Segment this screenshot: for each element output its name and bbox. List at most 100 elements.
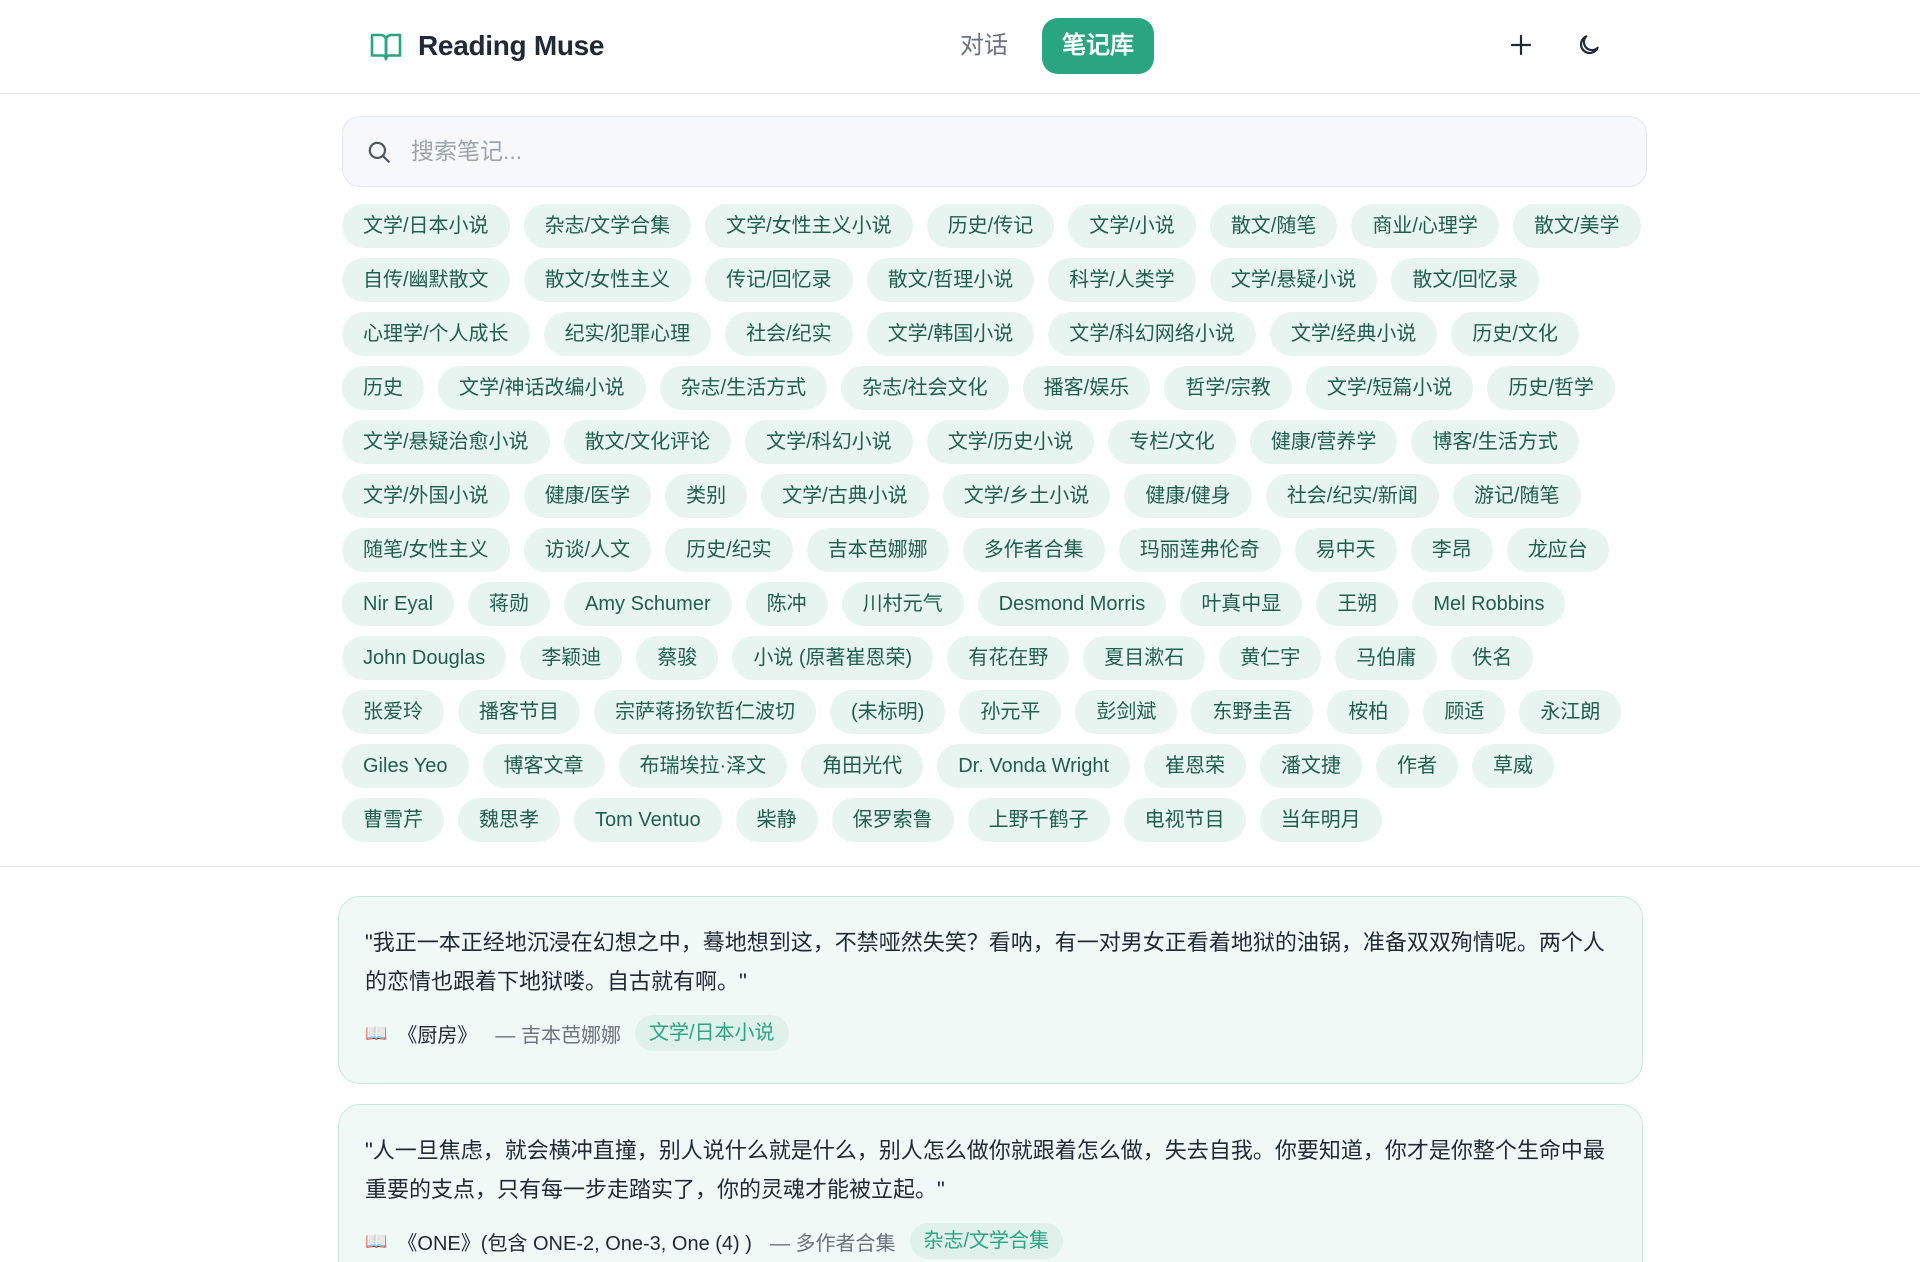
tag-chip[interactable]: 宗萨蒋扬钦哲仁波切	[594, 690, 816, 734]
tag-chip[interactable]: 博客文章	[482, 744, 605, 788]
tag-chip[interactable]: Tom Ventuo	[574, 798, 722, 842]
tab-notes-library[interactable]: 笔记库	[1042, 18, 1154, 74]
tag-chip[interactable]: 李颖迪	[520, 636, 623, 680]
tag-chip[interactable]: 龙应台	[1506, 528, 1609, 572]
tag-chip[interactable]: 杂志/生活方式	[659, 366, 828, 410]
tag-chip[interactable]: 纪实/犯罪心理	[543, 312, 712, 356]
tag-chip[interactable]: 商业/心理学	[1351, 204, 1499, 248]
tag-chip[interactable]: 科学/人类学	[1048, 258, 1196, 302]
tag-chip[interactable]: 健康/健身	[1124, 474, 1252, 518]
tab-chat[interactable]: 对话	[940, 18, 1028, 74]
tag-chip[interactable]: 文学/女性主义小说	[705, 204, 913, 248]
tag-chip[interactable]: Nir Eyal	[342, 582, 455, 626]
tag-chip[interactable]: 上野千鹤子	[967, 798, 1110, 842]
tag-chip[interactable]: 散文/美学	[1512, 204, 1641, 248]
tag-chip[interactable]: 蔡骏	[636, 636, 719, 680]
tag-chip[interactable]: 川村元气	[841, 582, 964, 626]
tag-chip[interactable]: 访谈/人文	[523, 528, 652, 572]
tag-chip[interactable]: 类别	[665, 474, 748, 518]
tag-chip[interactable]: 张爱玲	[342, 690, 444, 734]
tag-chip[interactable]: 易中天	[1294, 528, 1397, 572]
tag-chip[interactable]: 散文/随笔	[1209, 204, 1338, 248]
tag-chip[interactable]: 彭剑斌	[1075, 690, 1178, 734]
tag-chip[interactable]: 东野圭吾	[1191, 690, 1314, 734]
search-input[interactable]	[411, 138, 1611, 165]
tag-chip[interactable]: 王朔	[1316, 582, 1399, 626]
tag-chip[interactable]: Giles Yeo	[342, 744, 469, 788]
tag-chip[interactable]: 黄仁宇	[1219, 636, 1322, 680]
tag-chip[interactable]: Mel Robbins	[1412, 582, 1566, 626]
tag-chip[interactable]: 孙元平	[959, 690, 1062, 734]
tag-chip[interactable]: 文学/乡土小说	[942, 474, 1111, 518]
tag-chip[interactable]: 陈冲	[745, 582, 828, 626]
tag-chip[interactable]: 有花在野	[947, 636, 1070, 680]
tag-chip[interactable]: 文学/科幻小说	[745, 420, 913, 464]
tag-chip[interactable]: 佚名	[1451, 636, 1534, 680]
tag-chip[interactable]: 保罗索鲁	[831, 798, 954, 842]
tag-chip[interactable]: 作者	[1376, 744, 1459, 788]
tag-chip[interactable]: 历史/哲学	[1487, 366, 1615, 410]
tag-chip[interactable]: 散文/女性主义	[523, 258, 692, 302]
note-category-badge[interactable]: 文学/日本小说	[634, 1015, 789, 1051]
tag-chip[interactable]: 草威	[1472, 744, 1555, 788]
tag-chip[interactable]: 博客/生活方式	[1411, 420, 1579, 464]
tag-chip[interactable]: 蒋勋	[468, 582, 551, 626]
tag-chip[interactable]: 顾适	[1423, 690, 1506, 734]
tag-chip[interactable]: Dr. Vonda Wright	[937, 744, 1131, 788]
tag-chip[interactable]: 哲学/宗教	[1164, 366, 1292, 410]
theme-toggle-button[interactable]	[1568, 26, 1610, 68]
note-card[interactable]: "我正一本正经地沉浸在幻想之中，蓦地想到这，不禁哑然失笑？看呐，有一对男女正看着…	[338, 896, 1643, 1084]
tag-chip[interactable]: 文学/韩国小说	[866, 312, 1035, 356]
tag-chip[interactable]: 文学/短篇小说	[1305, 366, 1474, 410]
tag-chip[interactable]: 当年明月	[1259, 798, 1382, 842]
tag-chip[interactable]: Desmond Morris	[977, 582, 1167, 626]
tag-chip[interactable]: 文学/小说	[1068, 204, 1196, 248]
tag-chip[interactable]: Amy Schumer	[564, 582, 732, 626]
tag-chip[interactable]: 李昂	[1410, 528, 1493, 572]
tag-chip[interactable]: 杂志/社会文化	[841, 366, 1009, 410]
tag-chip[interactable]: 夏目漱石	[1083, 636, 1206, 680]
tag-chip[interactable]: 文学/经典小说	[1269, 312, 1438, 356]
tag-chip[interactable]: 文学/悬疑小说	[1209, 258, 1378, 302]
tag-chip[interactable]: John Douglas	[342, 636, 507, 680]
tag-chip[interactable]: 散文/哲理小说	[866, 258, 1035, 302]
tag-chip[interactable]: 崔恩荣	[1144, 744, 1247, 788]
tag-chip[interactable]: 永江朗	[1519, 690, 1622, 734]
tag-chip[interactable]: 传记/回忆录	[705, 258, 853, 302]
tag-chip[interactable]: 历史/文化	[1451, 312, 1579, 356]
tag-chip[interactable]: 文学/神话改编小说	[438, 366, 646, 410]
tag-chip[interactable]: 潘文捷	[1260, 744, 1363, 788]
tag-chip[interactable]: 吉本芭娜娜	[806, 528, 949, 572]
tag-chip[interactable]: 多作者合集	[962, 528, 1105, 572]
tag-chip[interactable]: 桉柏	[1327, 690, 1410, 734]
tag-chip[interactable]: 随笔/女性主义	[342, 528, 510, 572]
tag-chip[interactable]: 文学/外国小说	[342, 474, 510, 518]
tag-chip[interactable]: 马伯庸	[1335, 636, 1438, 680]
tag-chip[interactable]: 电视节目	[1123, 798, 1246, 842]
tag-chip[interactable]: 健康/医学	[523, 474, 652, 518]
brand[interactable]: Reading Muse	[368, 26, 605, 66]
tag-chip[interactable]: 专栏/文化	[1108, 420, 1236, 464]
tag-chip[interactable]: 社会/纪实/新闻	[1265, 474, 1439, 518]
tag-chip[interactable]: 柴静	[735, 798, 818, 842]
tag-chip[interactable]: 自传/幽默散文	[342, 258, 510, 302]
tag-chip[interactable]: 播客节目	[458, 690, 580, 734]
tag-chip[interactable]: 魏思孝	[458, 798, 560, 842]
note-card[interactable]: "人一旦焦虑，就会横冲直撞，别人说什么就是什么，别人怎么做你就跟着怎么做，失去自…	[338, 1104, 1643, 1262]
tag-chip[interactable]: 文学/科幻网络小说	[1048, 312, 1256, 356]
tag-chip[interactable]: 文学/日本小说	[342, 204, 510, 248]
tag-chip[interactable]: 游记/随笔	[1452, 474, 1581, 518]
tag-chip[interactable]: 散文/文化评论	[563, 420, 732, 464]
tag-chip[interactable]: 心理学/个人成长	[342, 312, 530, 356]
tag-chip[interactable]: 小说 (原著崔恩荣)	[732, 636, 934, 680]
tag-chip[interactable]: (未标明)	[830, 690, 946, 734]
note-category-badge[interactable]: 杂志/文学合集	[909, 1223, 1064, 1259]
tag-chip[interactable]: 玛丽莲弗伦奇	[1118, 528, 1281, 572]
tag-chip[interactable]: 社会/纪实	[725, 312, 853, 356]
tag-chip[interactable]: 播客/娱乐	[1022, 366, 1151, 410]
tag-chip[interactable]: 散文/回忆录	[1391, 258, 1539, 302]
tag-chip[interactable]: 文学/历史小说	[926, 420, 1095, 464]
tag-chip[interactable]: 健康/营养学	[1249, 420, 1398, 464]
tag-chip[interactable]: 文学/悬疑治愈小说	[342, 420, 550, 464]
tag-chip[interactable]: 杂志/文学合集	[523, 204, 692, 248]
